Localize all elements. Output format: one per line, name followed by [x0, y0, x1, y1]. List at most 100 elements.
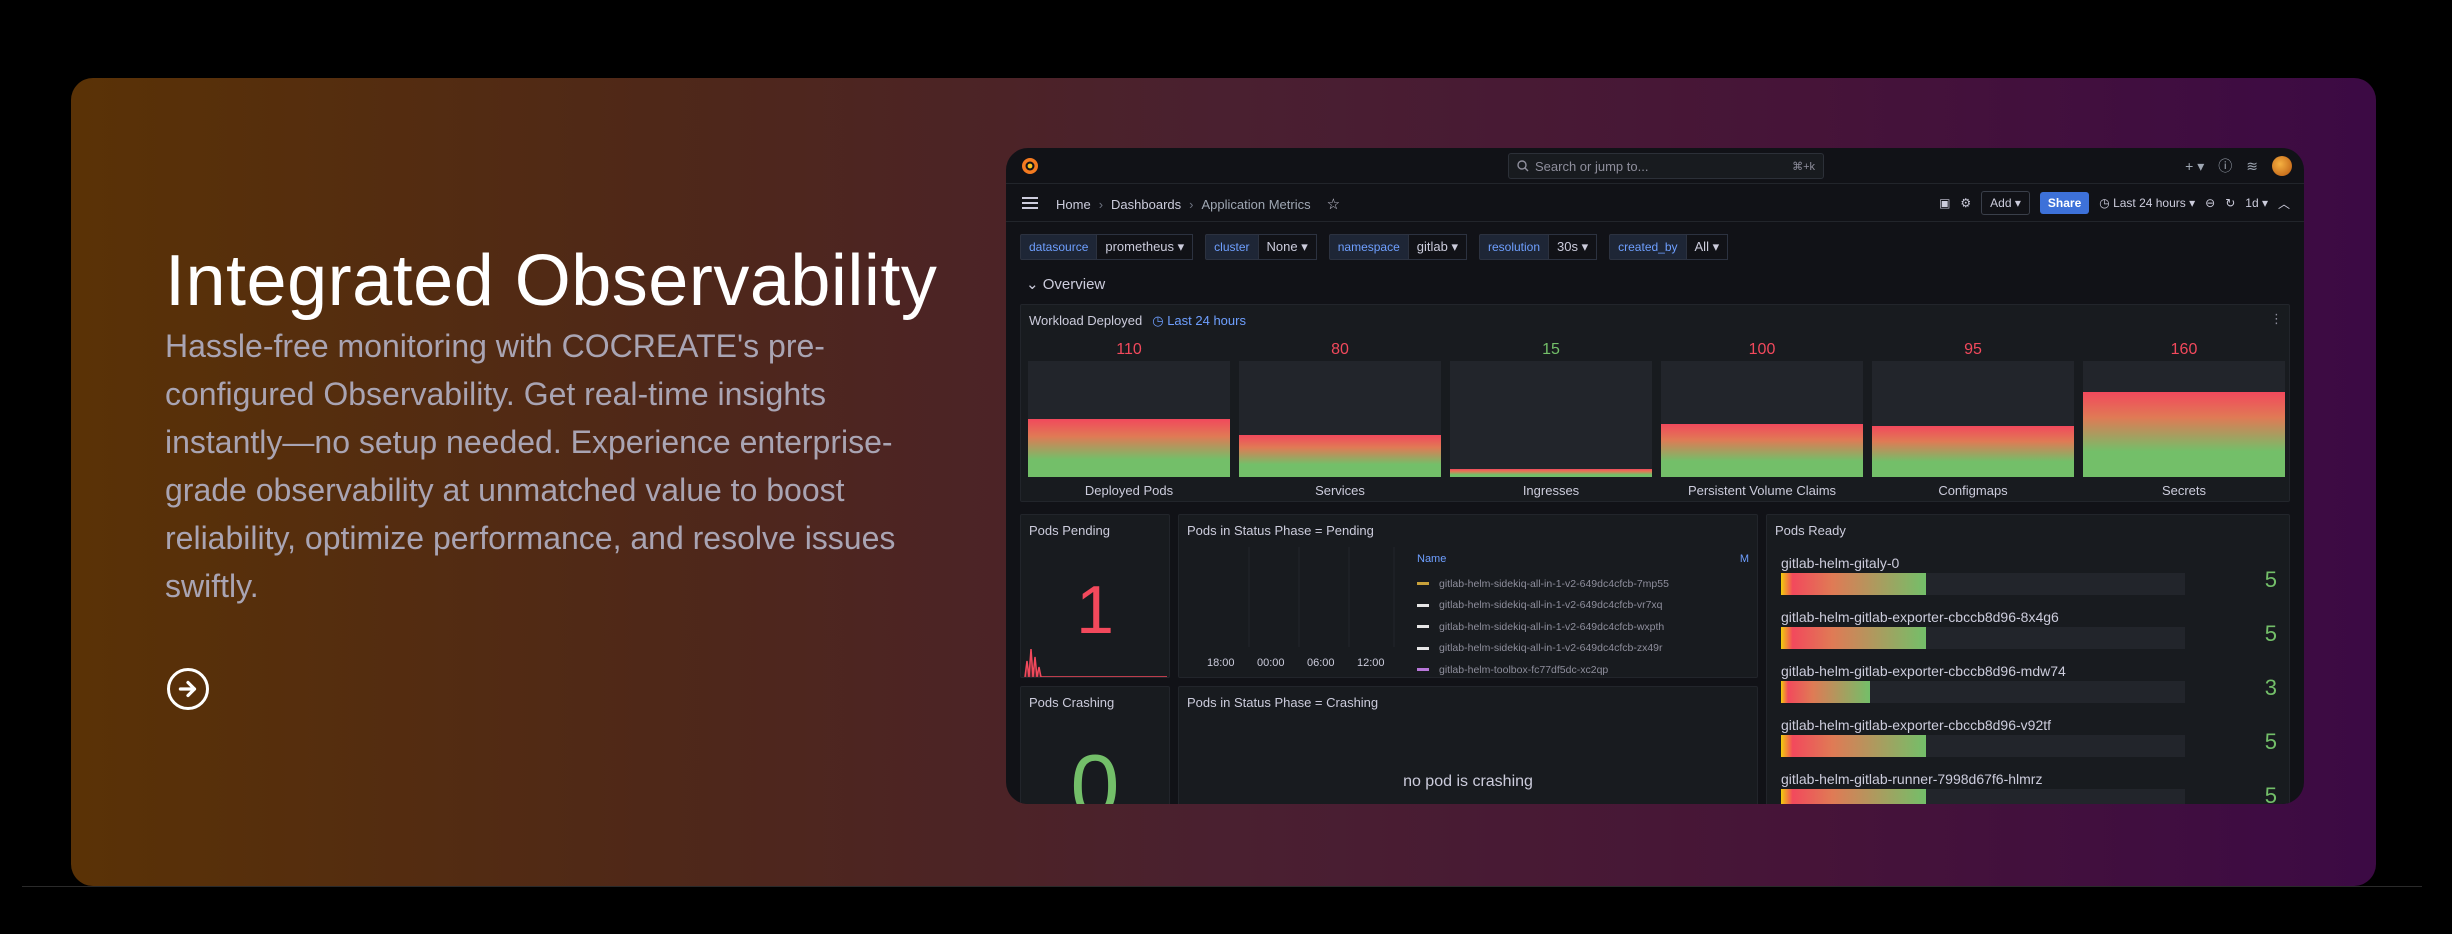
share-button[interactable]: Share: [2039, 192, 2090, 214]
pod-ready-bar: [1781, 735, 2185, 757]
stat-bar-fill: [2083, 392, 2285, 477]
grafana-topbar: Search or jump to... ⌘+k + ▾ ⓘ ≋: [1006, 148, 2304, 184]
phase-pending-graph: [1248, 547, 1395, 647]
legend-swatch: [1417, 582, 1429, 586]
refresh-interval[interactable]: 1d ▾: [2245, 196, 2268, 210]
panel-workload-deployed: Workload Deployed ◷ Last 24 hours ⋮ 110 De…: [1020, 304, 2290, 502]
breadcrumb-current: Application Metrics: [1201, 196, 1311, 212]
list-item: gitlab-helm-gitlab-exporter-cbccb8d96-v9…: [1781, 717, 2277, 771]
stat-value: 95: [1964, 341, 1982, 358]
legend-label: gitlab-helm-sidekiq-all-in-1-v2-649dc4cf…: [1439, 642, 1663, 655]
save-icon[interactable]: ▣: [1939, 196, 1950, 210]
star-icon[interactable]: ☆: [1327, 195, 1340, 213]
add-button[interactable]: Add ▾: [1981, 191, 2030, 215]
pod-ready-value: 5: [2264, 621, 2277, 646]
pod-name: gitlab-helm-gitlab-exporter-cbccb8d96-v9…: [1781, 717, 2052, 733]
x-tick-1: 00:00: [1257, 657, 1285, 669]
search-input[interactable]: Search or jump to... ⌘+k: [1508, 153, 1824, 179]
stat-bar-fill: [1661, 423, 1863, 477]
panel-title: Pods in Status Phase = Crashing: [1187, 695, 1379, 710]
legend-swatch: [1417, 668, 1429, 672]
collapse-icon[interactable]: ︿: [2278, 195, 2290, 212]
legend-swatch: [1417, 646, 1429, 650]
panel-menu-icon[interactable]: ⋮: [2270, 311, 2283, 327]
stat-bar-fill: [1872, 425, 2074, 477]
pod-ready-value: 5: [2264, 729, 2277, 754]
var-resolution[interactable]: resolution 30s ▾: [1479, 234, 1598, 260]
list-item: gitlab-helm-gitlab-runner-7998d67f6-hlmr…: [1781, 771, 2277, 804]
gear-icon[interactable]: ⚙: [1960, 196, 1971, 210]
help-icon[interactable]: ⓘ: [2218, 156, 2232, 176]
stat-bar: [1450, 361, 1652, 477]
pod-name: gitlab-helm-gitlab-runner-7998d67f6-hlmr…: [1781, 771, 2043, 787]
menu-icon[interactable]: [1022, 197, 1038, 209]
legend-item[interactable]: gitlab-helm-sidekiq-all-in-1-v2-649dc4cf…: [1417, 595, 1749, 617]
stat-label: Secrets: [2161, 483, 2207, 498]
search-shortcut: ⌘+k: [1792, 160, 1815, 173]
list-item: gitlab-helm-gitlab-exporter-cbccb8d96-8x…: [1781, 609, 2277, 663]
breadcrumb: Home › Dashboards › Application Metrics …: [1056, 195, 1341, 213]
stat-bar: [1872, 361, 2074, 477]
pod-ready-bar-fill: [1781, 681, 1870, 703]
x-tick-3: 12:00: [1357, 657, 1385, 669]
arrow-right-icon[interactable]: [167, 668, 209, 710]
pod-ready-value: 5: [2264, 783, 2277, 804]
stat-label: Services: [1315, 483, 1365, 498]
legend-item[interactable]: gitlab-helm-sidekiq-all-in-1-v2-649dc4cf…: [1417, 573, 1749, 595]
stat-bar: [1028, 361, 1230, 477]
stat-label: Deployed Pods: [1084, 483, 1174, 498]
pod-ready-bar: [1781, 681, 2185, 703]
pod-ready-bar-fill: [1781, 735, 1927, 757]
workload-stat: 100 Persistent Volume Claims: [1661, 341, 1863, 498]
pod-name: gitlab-helm-gitlab-exporter-cbccb8d96-md…: [1781, 663, 2066, 679]
stat-value: 160: [2170, 341, 2198, 358]
search-icon: [1517, 160, 1529, 172]
row-title-overview[interactable]: ⌄ Overview: [1026, 275, 1105, 293]
pods-crashing-value: 0: [1070, 736, 1120, 804]
breadcrumb-dashboards[interactable]: Dashboards: [1111, 197, 1181, 212]
panel-pods-ready: Pods Ready gitlab-helm-gitaly-0 5 gitlab-h…: [1766, 514, 2290, 804]
var-cluster[interactable]: cluster None ▾: [1205, 234, 1317, 260]
pod-name: gitlab-helm-gitaly-0: [1781, 555, 1900, 571]
breadcrumb-home[interactable]: Home: [1056, 197, 1091, 212]
pods-pending-value: 1: [1076, 572, 1114, 648]
legend-label: gitlab-helm-sidekiq-all-in-1-v2-649dc4cf…: [1439, 620, 1665, 633]
pod-ready-bar-fill: [1781, 789, 1927, 804]
variables-bar: datasource prometheus ▾ cluster None ▾ nam…: [1020, 234, 1729, 260]
panel-pods-crashing: Pods Crashing 0: [1020, 686, 1170, 804]
legend-swatch: [1417, 625, 1429, 629]
refresh-icon[interactable]: ↻: [2225, 196, 2235, 210]
time-range-picker[interactable]: ◷ Last 24 hours ▾: [2099, 196, 2195, 210]
list-item: gitlab-helm-gitaly-0 5: [1781, 555, 2277, 609]
hero-title: Integrated Observability: [165, 241, 938, 321]
panel-title: Pods in Status Phase = Pending: [1187, 523, 1374, 538]
zoom-out-icon[interactable]: ⊖: [2205, 196, 2215, 210]
legend-item[interactable]: gitlab-helm-sidekiq-all-in-1-v2-649dc4cf…: [1417, 638, 1749, 660]
grafana-navbar: Home › Dashboards › Application Metrics …: [1006, 184, 2304, 222]
x-tick-2: 06:00: [1307, 657, 1335, 669]
grafana-logo-icon[interactable]: [1020, 156, 1040, 176]
legend-header-max[interactable]: M: [1740, 553, 1749, 573]
legend-label: gitlab-helm-sidekiq-all-in-1-v2-649dc4cf…: [1439, 577, 1669, 590]
panel-title: Pods Pending: [1029, 523, 1110, 538]
legend-item[interactable]: gitlab-helm-toolbox-fc77df5dc-xc2qp: [1417, 659, 1749, 681]
grafana-dashboard: Search or jump to... ⌘+k + ▾ ⓘ ≋ Home › …: [1006, 148, 2304, 804]
hero-card: Integrated Observability Hassle-free mon…: [71, 78, 2376, 886]
stat-label: Persistent Volume Claims: [1687, 483, 1837, 498]
stat-bar-fill: [1450, 468, 1652, 477]
pod-ready-bar: [1781, 627, 2185, 649]
panel-title: Workload Deployed ◷ Last 24 hours: [1029, 313, 1246, 328]
rss-icon[interactable]: ≋: [2246, 158, 2258, 175]
stat-value: 80: [1331, 341, 1349, 358]
stat-label: Ingresses: [1522, 483, 1580, 498]
legend-item[interactable]: gitlab-helm-sidekiq-all-in-1-v2-649dc4cf…: [1417, 616, 1749, 638]
avatar[interactable]: [2272, 156, 2292, 176]
var-datasource[interactable]: datasource prometheus ▾: [1020, 234, 1194, 260]
var-created-by[interactable]: created_by All ▾: [1609, 234, 1729, 260]
legend-table: Name M gitlab-helm-sidekiq-all-in-1-v2-64…: [1417, 553, 1749, 681]
var-namespace[interactable]: namespace gitlab ▾: [1328, 234, 1467, 260]
stat-bar-fill: [1028, 419, 1230, 477]
legend-header-name[interactable]: Name: [1417, 553, 1446, 573]
plus-icon[interactable]: + ▾: [2185, 158, 2204, 175]
pod-ready-bar-fill: [1781, 627, 1927, 649]
